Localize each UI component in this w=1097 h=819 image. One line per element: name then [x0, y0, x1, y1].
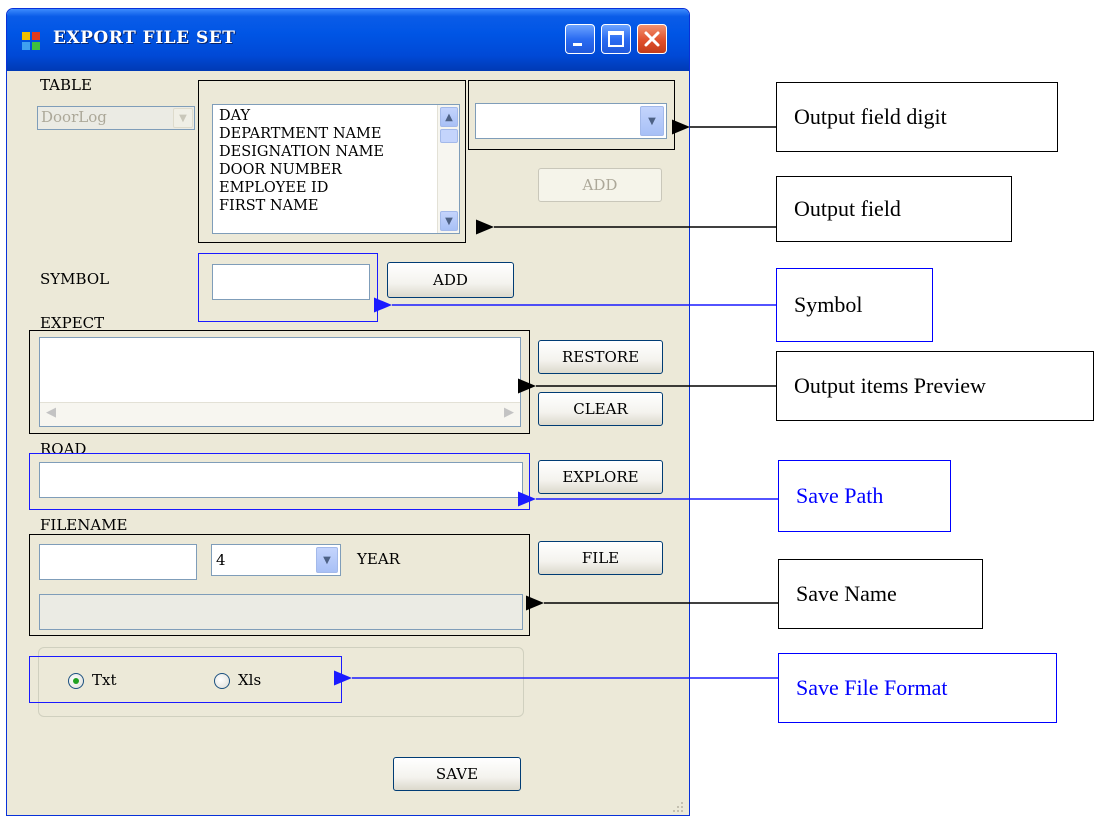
annotation-output-field-digit: Output field digit: [776, 82, 1058, 152]
annotation-output-items-preview: Output items Preview: [776, 351, 1094, 421]
annotation-output-field: Output field: [776, 176, 1012, 242]
annotation-save-file-format: Save File Format: [778, 653, 1057, 723]
annotation-save-name: Save Name: [778, 559, 983, 629]
annotation-symbol: Symbol: [776, 268, 933, 342]
annotation-save-path: Save Path: [778, 460, 951, 532]
